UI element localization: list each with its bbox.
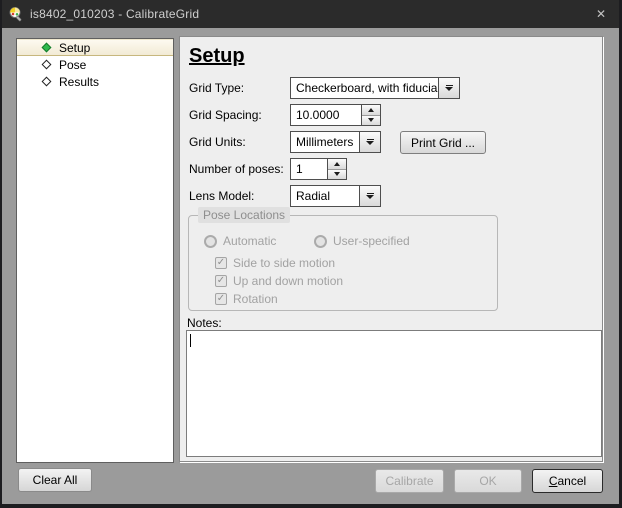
number-of-poses-input[interactable]: 1 xyxy=(290,158,347,180)
up-and-down-checkbox: ✓ Up and down motion xyxy=(215,273,343,288)
tree-item-pose[interactable]: Pose xyxy=(17,56,173,73)
up-and-down-label: Up and down motion xyxy=(233,274,343,288)
calibrate-grid-dialog: is8402_010203 - CalibrateGrid ✕ Setup Po… xyxy=(0,0,622,508)
grid-spacing-value: 10.0000 xyxy=(291,105,361,125)
text-caret xyxy=(190,334,191,347)
spin-up-icon[interactable] xyxy=(328,159,346,170)
chevron-down-icon[interactable] xyxy=(359,186,380,206)
checked-checkbox-icon: ✓ xyxy=(215,293,227,305)
lens-model-value: Radial xyxy=(291,189,359,203)
cancel-button[interactable]: Cancel xyxy=(532,469,603,493)
automatic-radio: Automatic xyxy=(204,234,276,248)
tree-item-label: Results xyxy=(59,75,99,89)
window-title: is8402_010203 - CalibrateGrid xyxy=(30,7,580,21)
grid-units-label: Grid Units: xyxy=(189,135,246,149)
number-of-poses-value: 1 xyxy=(291,159,327,179)
spin-down-icon[interactable] xyxy=(328,170,346,180)
user-specified-radio-label: User-specified xyxy=(333,234,410,248)
pose-locations-group: Pose Locations Automatic User-specified … xyxy=(188,215,498,311)
rotation-label: Rotation xyxy=(233,292,278,306)
tree-item-setup[interactable]: Setup xyxy=(17,39,173,56)
grid-type-select[interactable]: Checkerboard, with fiducial xyxy=(290,77,460,99)
side-to-side-checkbox: ✓ Side to side motion xyxy=(215,255,335,270)
radio-icon xyxy=(314,235,327,248)
hollow-diamond-icon xyxy=(42,60,52,70)
grid-type-label: Grid Type: xyxy=(189,81,244,95)
chevron-down-icon[interactable] xyxy=(438,78,459,98)
nav-tree: Setup Pose Results xyxy=(16,38,174,463)
clear-all-button[interactable]: Clear All xyxy=(18,468,92,492)
checked-checkbox-icon: ✓ xyxy=(215,275,227,287)
grid-units-select[interactable]: Millimeters xyxy=(290,131,381,153)
radio-icon xyxy=(204,235,217,248)
grid-spacing-label: Grid Spacing: xyxy=(189,108,262,122)
notes-textarea[interactable] xyxy=(186,330,602,457)
user-specified-radio: User-specified xyxy=(314,234,410,248)
chevron-down-icon[interactable] xyxy=(359,132,380,152)
close-button[interactable]: ✕ xyxy=(580,0,622,28)
print-grid-button[interactable]: Print Grid ... xyxy=(400,131,486,154)
side-to-side-label: Side to side motion xyxy=(233,256,335,270)
spin-down-icon[interactable] xyxy=(362,116,380,126)
tree-item-label: Setup xyxy=(59,41,90,55)
hollow-diamond-icon xyxy=(42,77,52,87)
grid-units-value: Millimeters xyxy=(291,135,359,149)
grid-type-value: Checkerboard, with fiducial xyxy=(291,81,438,95)
number-of-poses-label: Number of poses: xyxy=(189,162,284,176)
setup-panel: Setup Grid Type: Checkerboard, with fidu… xyxy=(179,36,603,462)
app-icon xyxy=(8,6,24,22)
tree-item-label: Pose xyxy=(59,58,86,72)
checked-checkbox-icon: ✓ xyxy=(215,257,227,269)
calibrate-button: Calibrate xyxy=(375,469,444,493)
spin-up-icon[interactable] xyxy=(362,105,380,116)
page-title: Setup xyxy=(189,45,245,68)
pose-locations-title: Pose Locations xyxy=(198,207,290,223)
lens-model-label: Lens Model: xyxy=(189,189,254,203)
titlebar: is8402_010203 - CalibrateGrid ✕ xyxy=(0,0,622,28)
cancel-button-label: Cancel xyxy=(549,474,586,488)
automatic-radio-label: Automatic xyxy=(223,234,276,248)
ok-button: OK xyxy=(454,469,522,493)
tree-item-results[interactable]: Results xyxy=(17,73,173,90)
green-diamond-icon xyxy=(42,43,52,53)
lens-model-select[interactable]: Radial xyxy=(290,185,381,207)
rotation-checkbox: ✓ Rotation xyxy=(215,291,278,306)
notes-label: Notes: xyxy=(187,316,222,330)
grid-spacing-input[interactable]: 10.0000 xyxy=(290,104,381,126)
